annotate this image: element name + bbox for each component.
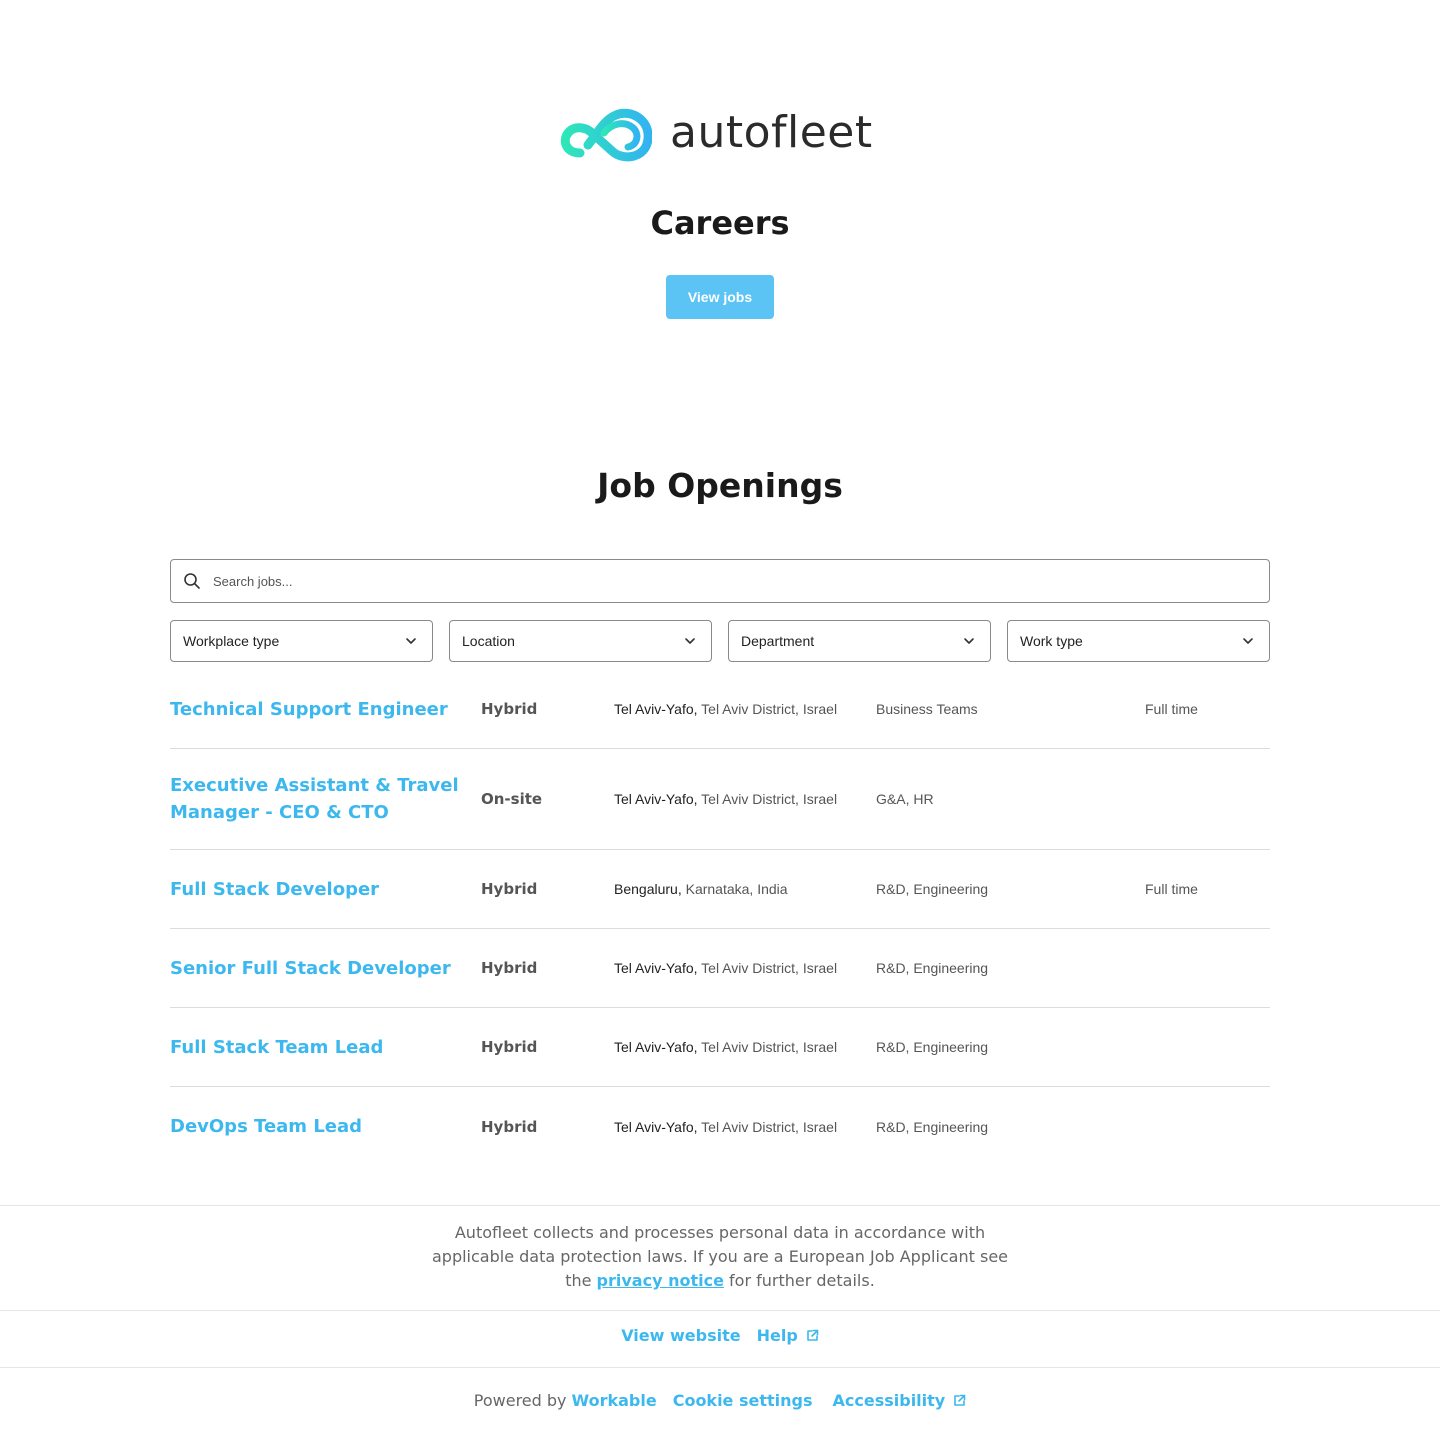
search-box[interactable] [170,559,1270,603]
job-work-type: Full time [1145,701,1198,717]
job-title-link[interactable]: Full Stack Team Lead [170,1034,481,1061]
view-jobs-button[interactable]: View jobs [666,275,774,319]
search-icon [184,573,200,589]
job-row[interactable]: Technical Support Engineer Hybrid Tel Av… [170,670,1270,749]
filter-label: Location [462,633,515,649]
job-row[interactable]: Full Stack Team Lead Hybrid Tel Aviv-Yaf… [170,1008,1270,1087]
filters-row: Workplace type Location Department Work … [170,620,1270,662]
footer-bottom: Powered by Workable Cookie settings Acce… [0,1391,1440,1410]
job-location: Tel Aviv-Yafo, Tel Aviv District, Israel [614,960,876,976]
chevron-down-icon [685,638,695,644]
job-title-link[interactable]: Full Stack Developer [170,876,481,903]
job-location: Tel Aviv-Yafo, Tel Aviv District, Israel [614,791,876,807]
job-workplace: Hybrid [481,1038,538,1056]
job-city: Tel Aviv-Yafo, [614,701,698,717]
external-link-icon [806,1329,819,1341]
job-location: Bengaluru, Karnataka, India [614,881,876,897]
job-workplace: Hybrid [481,880,538,898]
privacy-statement: Autofleet collects and processes persona… [420,1221,1020,1293]
footer-divider [0,1310,1440,1311]
privacy-text-end: for further details. [723,1271,875,1290]
job-row[interactable]: Executive Assistant & Travel Manager - C… [170,749,1270,850]
accessibility-label: Accessibility [832,1391,946,1410]
view-website-link[interactable]: View website [621,1326,740,1345]
job-region: Tel Aviv District, Israel [697,960,838,976]
job-title-link[interactable]: Senior Full Stack Developer [170,955,481,982]
external-link-icon [954,1394,966,1406]
page-title: Careers [650,204,790,242]
job-city: Bengaluru, [614,881,682,897]
department-select[interactable]: Department [728,620,991,662]
job-workplace: On-site [481,790,543,808]
filter-label: Department [741,633,815,649]
job-city: Tel Aviv-Yafo, [614,791,698,807]
company-logo[interactable]: autofleet [560,100,890,166]
powered-by-text: Powered by [473,1391,567,1410]
job-workplace: Hybrid [481,700,538,718]
job-location: Tel Aviv-Yafo, Tel Aviv District, Israel [614,701,876,717]
job-list: Technical Support Engineer Hybrid Tel Av… [170,670,1270,1166]
chevron-down-icon [964,638,974,644]
job-department: R&D, Engineering [876,1118,989,1135]
job-department: R&D, Engineering [876,1039,989,1055]
footer-links: View website Help [0,1326,1440,1345]
cookie-settings-link[interactable]: Cookie settings [673,1391,813,1410]
job-location: Tel Aviv-Yafo, Tel Aviv District, Israel [614,1119,876,1135]
job-title-link[interactable]: Executive Assistant & Travel Manager - C… [170,772,481,826]
filter-label: Work type [1020,633,1083,649]
job-location: Tel Aviv-Yafo, Tel Aviv District, Israel [614,1039,876,1055]
job-workplace: Hybrid [481,959,538,977]
workable-link[interactable]: Workable [572,1391,657,1410]
job-openings-title: Job Openings [597,466,843,505]
job-row[interactable]: Full Stack Developer Hybrid Bengaluru, K… [170,850,1270,929]
job-row[interactable]: Senior Full Stack Developer Hybrid Tel A… [170,929,1270,1008]
location-select[interactable]: Location [449,620,712,662]
chevron-down-icon [406,638,416,644]
footer-divider [0,1205,1440,1206]
job-region: Tel Aviv District, Israel [697,701,838,717]
job-workplace: Hybrid [481,1117,538,1136]
job-row[interactable]: DevOps Team Lead Hybrid Tel Aviv-Yafo, T… [170,1087,1270,1166]
chevron-down-icon [1243,638,1253,644]
job-department: R&D, Engineering [876,960,989,976]
search-input[interactable] [213,573,1113,589]
job-region: Tel Aviv District, Israel [697,1118,838,1135]
job-city: Tel Aviv-Yafo, [614,1039,698,1055]
workplace-type-select[interactable]: Workplace type [170,620,433,662]
job-department: G&A, HR [876,791,934,807]
accessibility-link[interactable]: Accessibility [833,1391,967,1410]
privacy-notice-link[interactable]: privacy notice [597,1271,724,1290]
job-title-link[interactable]: Technical Support Engineer [170,696,481,723]
job-city: Tel Aviv-Yafo, [614,960,698,976]
logo-wordmark: autofleet [670,107,873,158]
footer-divider [0,1367,1440,1368]
filter-label: Workplace type [183,633,280,649]
job-city: Tel Aviv-Yafo, [614,1118,698,1135]
job-department: Business Teams [876,701,978,717]
job-region: Tel Aviv District, Israel [697,791,838,807]
help-link[interactable]: Help [757,1326,819,1345]
job-title-link[interactable]: DevOps Team Lead [170,1113,481,1140]
work-type-select[interactable]: Work type [1007,620,1270,662]
job-work-type: Full time [1145,881,1198,897]
help-label: Help [756,1326,798,1345]
job-region: Karnataka, India [681,881,788,897]
job-department: R&D, Engineering [876,881,989,897]
autofleet-logo-icon [560,108,652,162]
job-region: Tel Aviv District, Israel [697,1039,838,1055]
